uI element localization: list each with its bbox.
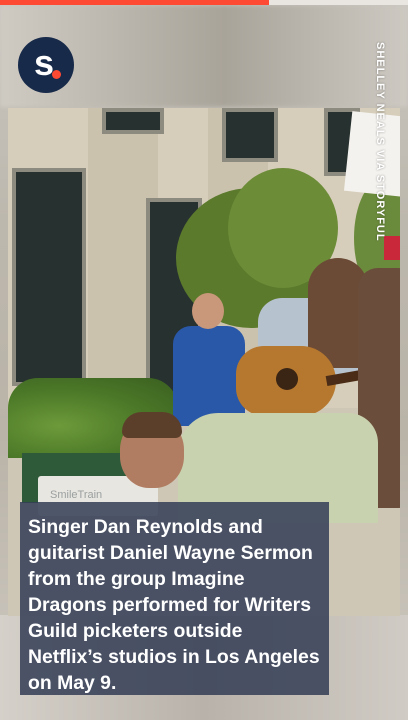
sponsor-sign-text: SmileTrain: [50, 489, 103, 501]
caption-text: Singer Dan Reynolds and guitarist Daniel…: [28, 516, 320, 694]
person-blue-shirt: [173, 326, 245, 426]
building-window: [222, 108, 278, 162]
brand-logo-letter: s: [33, 42, 55, 83]
video-frame[interactable]: SmileTrain s SHELLEY NEALS VIA STORYFUL …: [0, 5, 408, 720]
caption-box: Singer Dan Reynolds and guitarist Daniel…: [20, 502, 329, 695]
kneeling-singer-hair: [122, 412, 182, 438]
building-window: [12, 168, 86, 386]
picket-sign: [343, 111, 400, 197]
brand-logo-dot: [52, 70, 61, 79]
video-credit: SHELLEY NEALS VIA STORYFUL: [374, 42, 386, 242]
building-window: [102, 108, 164, 134]
red-picket-sign: [384, 236, 400, 260]
person-blue-shirt-head: [192, 293, 224, 329]
guitar-soundhole: [276, 368, 298, 390]
brand-logo-icon[interactable]: s: [18, 37, 74, 93]
